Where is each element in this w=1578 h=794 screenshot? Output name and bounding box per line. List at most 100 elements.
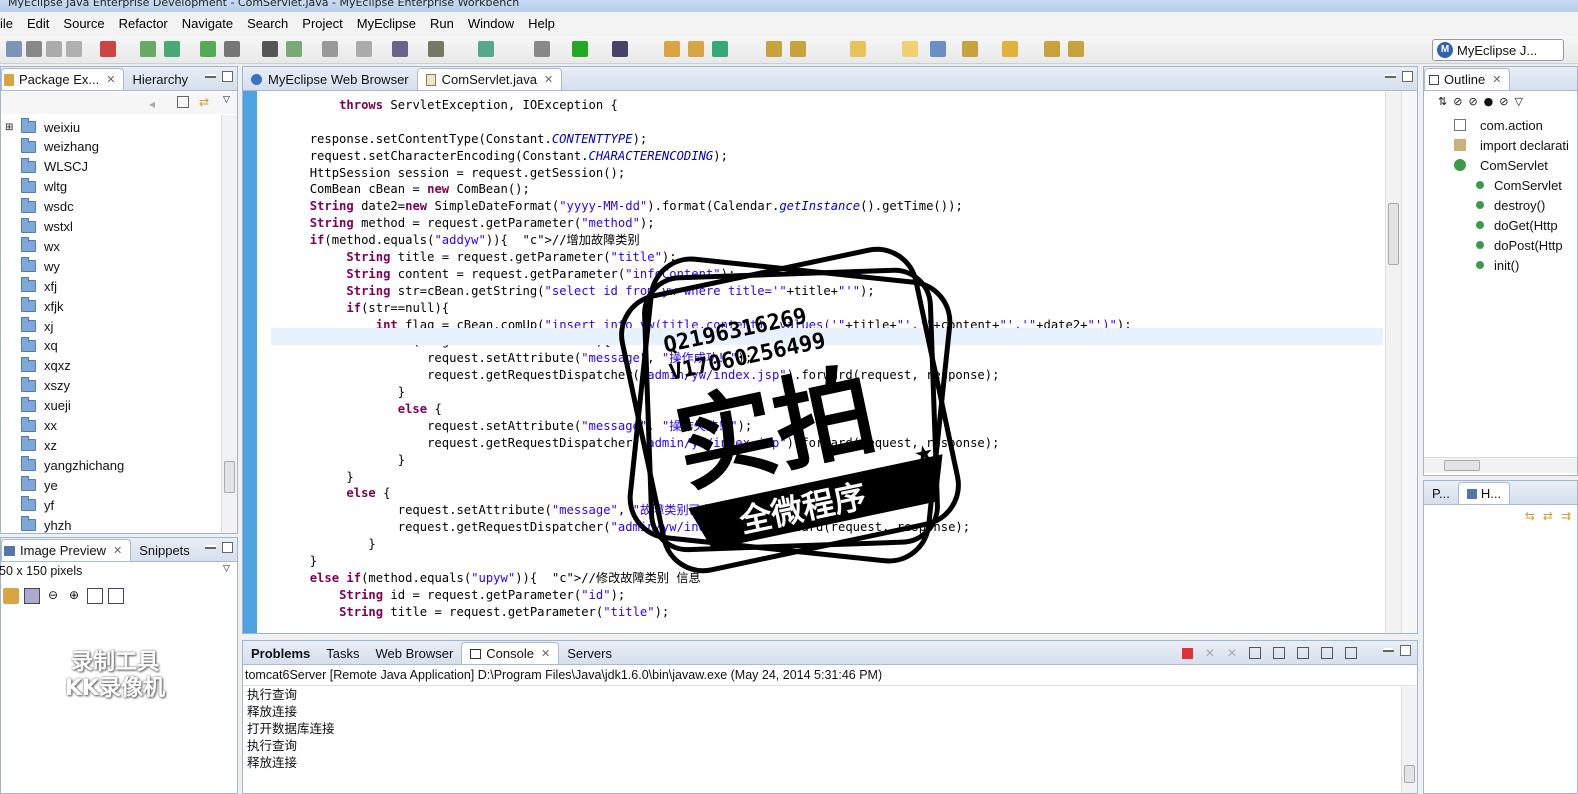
- tree-item[interactable]: xfj: [21, 276, 57, 296]
- toolbar-icon[interactable]: [664, 41, 680, 57]
- outline-item[interactable]: ComServlet: [1454, 155, 1548, 175]
- expand-icon[interactable]: ⊞: [5, 122, 15, 133]
- maximize-icon[interactable]: [1402, 71, 1413, 82]
- code-line[interactable]: else {: [251, 401, 1395, 418]
- tree-item[interactable]: wsdc: [21, 197, 74, 217]
- code-line[interactable]: HttpSession session = request.getSession…: [251, 165, 1395, 182]
- menu-edit[interactable]: Edit: [20, 16, 56, 31]
- toolbar-icon[interactable]: [26, 41, 42, 57]
- maximize-icon[interactable]: [222, 542, 233, 553]
- outline-item[interactable]: init(): [1476, 255, 1519, 275]
- outline-item[interactable]: doPost(Http: [1476, 235, 1563, 255]
- toolbar-icon[interactable]: [478, 41, 494, 57]
- image-icon[interactable]: [24, 588, 40, 604]
- fit-window-icon[interactable]: [108, 588, 124, 604]
- code-line[interactable]: else if(method.equals("upyw")){ "c">//修改…: [251, 570, 1395, 587]
- tree-item[interactable]: xz: [21, 435, 57, 455]
- tree-item[interactable]: xueji: [21, 396, 71, 416]
- terminate-icon[interactable]: [1181, 647, 1193, 659]
- tree-item[interactable]: wx: [21, 236, 60, 256]
- toolbar-icon[interactable]: [100, 41, 116, 57]
- tree-item[interactable]: wstxl: [21, 217, 73, 237]
- tree-item[interactable]: wltg: [21, 177, 67, 197]
- toolbar-icon[interactable]: [688, 41, 704, 57]
- toolbar-icon[interactable]: [140, 41, 156, 57]
- code-line[interactable]: throws ServletException, IOException {: [251, 97, 1395, 114]
- menu-help[interactable]: Help: [521, 16, 562, 31]
- tree-item[interactable]: wy: [21, 256, 60, 276]
- console-output[interactable]: 执行查询 释放连接 打开数据库连接 执行查询 释放连接: [247, 687, 335, 772]
- tab-console[interactable]: Console ✕: [461, 642, 560, 664]
- outline-item[interactable]: com.action: [1454, 115, 1543, 135]
- code-line[interactable]: }: [251, 452, 1395, 469]
- tree-item[interactable]: xq: [21, 336, 58, 356]
- minimize-icon[interactable]: [205, 74, 216, 78]
- editor-scrollbar[interactable]: [1385, 91, 1401, 633]
- tree-item[interactable]: weizhang: [21, 137, 99, 157]
- minimize-icon[interactable]: [1385, 74, 1396, 78]
- hide-static-icon[interactable]: ⊘: [1468, 95, 1477, 108]
- toolbar-icon[interactable]: [322, 41, 338, 57]
- code-line[interactable]: request.setAttribute("message", "故障类别已存在…: [251, 502, 1395, 519]
- fit-icon[interactable]: [3, 588, 19, 604]
- toolbar-icon[interactable]: [6, 41, 22, 57]
- code-line[interactable]: [251, 114, 1395, 131]
- tab-h[interactable]: H...: [1457, 482, 1511, 504]
- menu-refactor[interactable]: Refactor: [112, 16, 175, 31]
- tab-comservlet-java[interactable]: ComServlet.java ✕: [416, 68, 563, 90]
- code-line[interactable]: }: [251, 384, 1395, 401]
- maximize-icon[interactable]: [1400, 645, 1411, 656]
- code-line[interactable]: request.setAttribute("message", "操作失败！")…: [251, 418, 1395, 435]
- clear-console-icon[interactable]: [1249, 647, 1261, 659]
- outline-hscrollbar[interactable]: [1424, 457, 1577, 473]
- outline-item[interactable]: ComServlet: [1476, 175, 1562, 195]
- maximize-icon[interactable]: [222, 71, 233, 82]
- link-icon[interactable]: ⇉: [1561, 509, 1571, 523]
- close-icon[interactable]: ✕: [1492, 73, 1501, 86]
- toolbar-icon[interactable]: [262, 41, 278, 57]
- tree-item[interactable]: xfjk: [21, 296, 64, 316]
- open-console-icon[interactable]: [1345, 647, 1357, 659]
- close-icon[interactable]: ✕: [113, 544, 122, 557]
- tree-item[interactable]: ye: [21, 475, 58, 495]
- zoom-out-icon[interactable]: ⊖: [45, 588, 61, 604]
- toolbar-icon[interactable]: [572, 41, 588, 57]
- toolbar-icon[interactable]: [850, 41, 866, 57]
- console-scrollbar[interactable]: [1401, 687, 1417, 793]
- code-line[interactable]: String title = request.getParameter("tit…: [251, 604, 1395, 621]
- tab-outline[interactable]: Outline ✕: [1424, 68, 1511, 90]
- view-menu-icon[interactable]: ▽: [223, 564, 230, 574]
- menu-run[interactable]: Run: [423, 16, 461, 31]
- menu-navigate[interactable]: Navigate: [175, 16, 240, 31]
- actual-size-icon[interactable]: [87, 588, 103, 604]
- code-line[interactable]: request.getRequestDispatcher("admin/yw/i…: [251, 519, 1395, 536]
- tab-web-browser[interactable]: Web Browser: [367, 642, 461, 664]
- outline-item[interactable]: doGet(Http: [1476, 215, 1558, 235]
- code-line[interactable]: String method = request.getParameter("me…: [251, 215, 1395, 232]
- remove-all-icon[interactable]: ✕: [1227, 646, 1237, 660]
- code-editor[interactable]: throws ServletException, IOException { r…: [251, 97, 1395, 621]
- code-line[interactable]: response.setContentType(Constant.CONTENT…: [251, 131, 1395, 148]
- outline-item[interactable]: import declarati: [1454, 135, 1569, 155]
- code-line[interactable]: }: [251, 553, 1395, 570]
- code-line[interactable]: String title = request.getParameter("tit…: [251, 249, 1395, 266]
- code-line[interactable]: if(str==null){: [251, 300, 1395, 317]
- code-line[interactable]: String id = request.getParameter("id");: [251, 587, 1395, 604]
- tab-hierarchy[interactable]: Hierarchy: [124, 68, 196, 90]
- menu-ile[interactable]: ile: [0, 16, 20, 31]
- tab-p[interactable]: P...: [1424, 482, 1458, 504]
- code-line[interactable]: }: [251, 536, 1395, 553]
- view-menu-icon[interactable]: ▽: [223, 95, 230, 105]
- outline-item[interactable]: destroy(): [1476, 195, 1545, 215]
- tree-item[interactable]: xx: [21, 416, 57, 436]
- toolbar-icon[interactable]: [356, 41, 372, 57]
- toolbar-icon[interactable]: [612, 41, 628, 57]
- zoom-in-icon[interactable]: ⊕: [66, 588, 82, 604]
- close-icon[interactable]: ✕: [106, 73, 115, 86]
- menu-source[interactable]: Source: [56, 16, 111, 31]
- close-icon[interactable]: ✕: [544, 73, 553, 86]
- code-line[interactable]: String date2=new SimpleDateFormat("yyyy-…: [251, 198, 1395, 215]
- code-line[interactable]: String content = request.getParameter("i…: [251, 266, 1395, 283]
- close-icon[interactable]: ✕: [541, 647, 550, 660]
- tree-item[interactable]: yf: [21, 495, 54, 515]
